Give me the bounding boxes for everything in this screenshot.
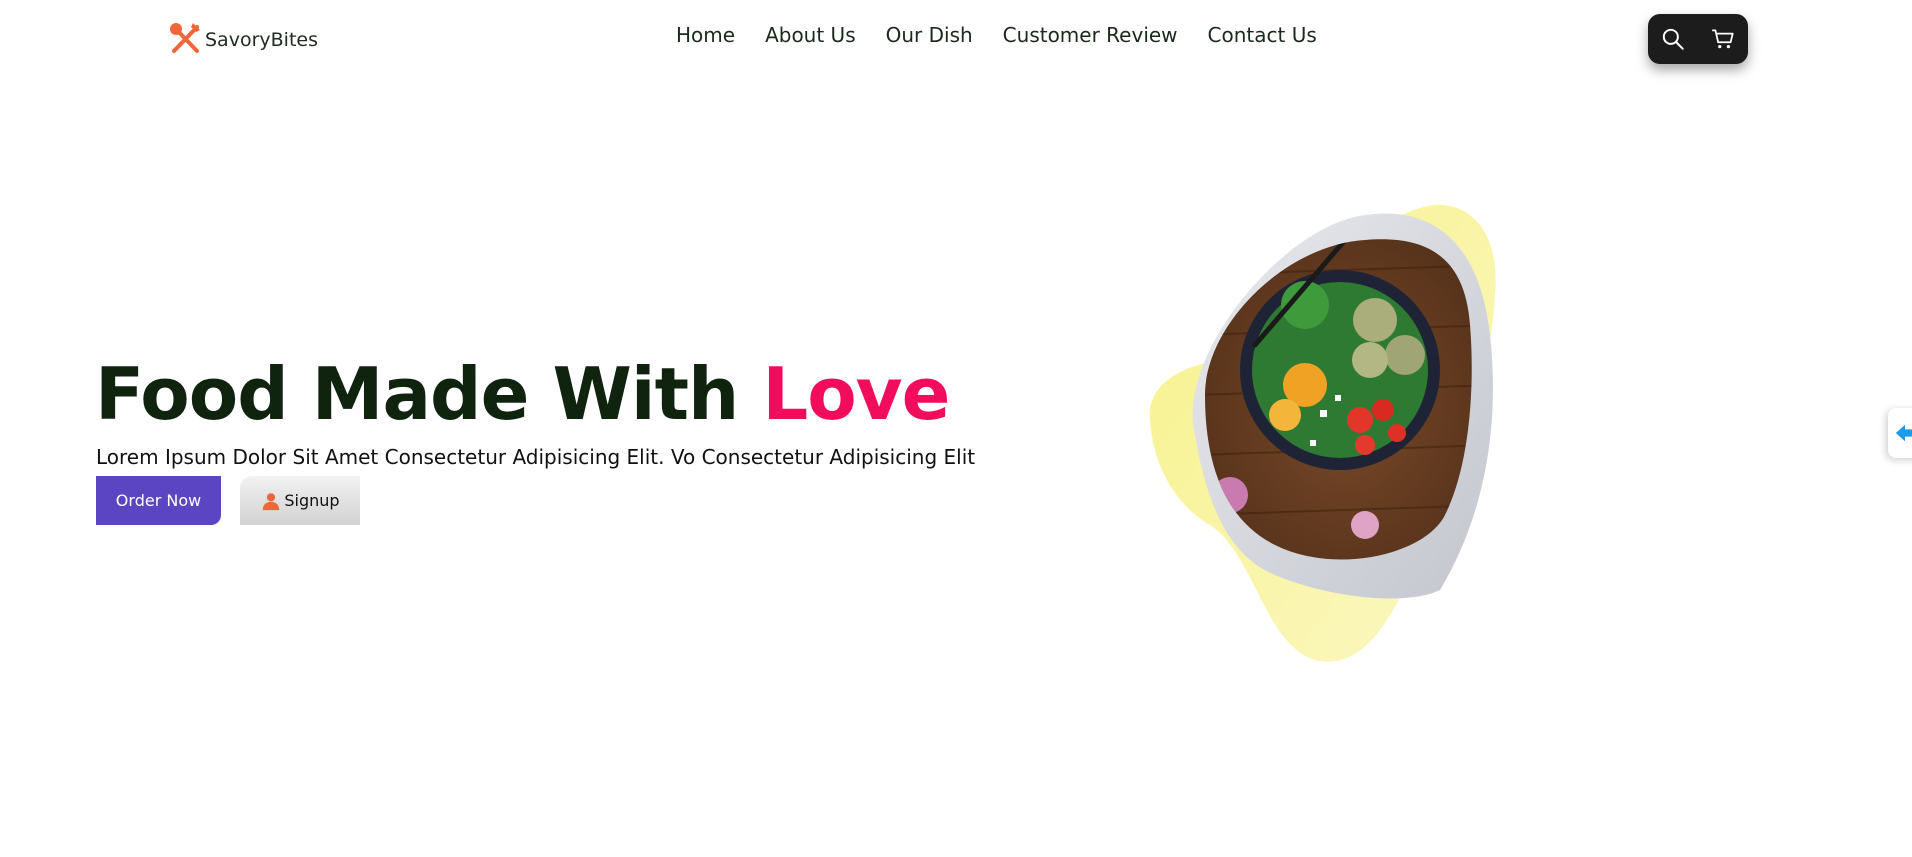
user-icon xyxy=(263,492,280,510)
cart-icon xyxy=(1712,29,1734,49)
nav-about-us[interactable]: About Us xyxy=(765,23,856,47)
signup-button[interactable]: Signup xyxy=(240,476,360,525)
order-now-button[interactable]: Order Now xyxy=(96,476,221,525)
nav-contact-us[interactable]: Contact Us xyxy=(1208,23,1317,47)
cart-button[interactable] xyxy=(1708,24,1738,54)
hero-title: Food Made With Love xyxy=(95,346,950,442)
hero-title-main: Food Made With xyxy=(95,352,763,436)
brand-name: SavoryBites xyxy=(205,29,318,51)
utensils-icon xyxy=(167,20,203,60)
side-panel-toggle[interactable] xyxy=(1888,408,1912,458)
nav-our-dish[interactable]: Our Dish xyxy=(886,23,973,47)
header-toolbar xyxy=(1648,14,1748,64)
signup-label: Signup xyxy=(284,491,340,510)
main-nav: Home About Us Our Dish Customer Review C… xyxy=(676,23,1317,47)
nav-customer-review[interactable]: Customer Review xyxy=(1003,23,1178,47)
nav-home[interactable]: Home xyxy=(676,23,735,47)
hero-subtitle: Lorem Ipsum Dolor Sit Amet Consectetur A… xyxy=(96,445,976,469)
arrow-left-icon xyxy=(1895,424,1912,442)
brand-logo[interactable]: SavoryBites xyxy=(167,20,318,60)
search-button[interactable] xyxy=(1658,24,1688,54)
salad-bowl-image xyxy=(1149,204,1496,662)
hero-title-accent: Love xyxy=(762,352,950,436)
search-icon xyxy=(1662,28,1684,50)
